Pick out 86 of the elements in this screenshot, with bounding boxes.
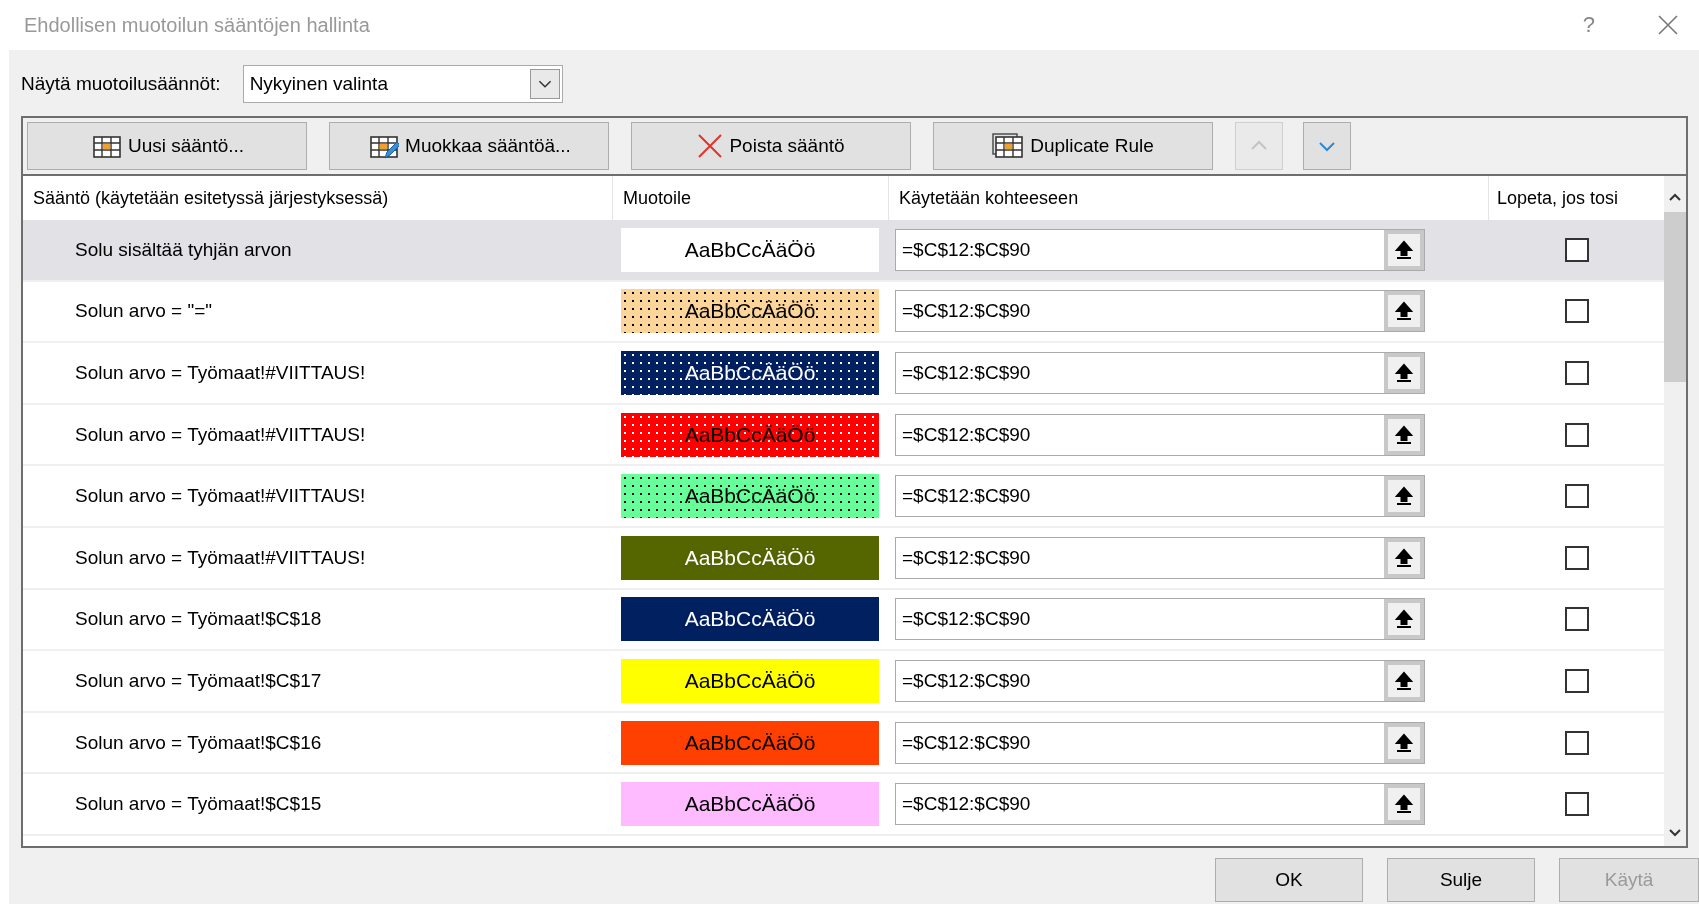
rule-row[interactable]: Solun arvo = "=" AaBbCcÄäÖö =$C$12:$C$90 — [23, 281, 1664, 344]
upload-arrow-icon — [1394, 238, 1414, 261]
range-field[interactable]: =$C$12:$C$90 — [895, 228, 1425, 271]
rule-row[interactable]: Solun arvo = Työmaat!$C$15 AaBbCcÄäÖö =$C$12:$C$90 — [23, 774, 1664, 836]
format-preview: AaBbCcÄäÖö — [621, 474, 879, 519]
collapse-range-button[interactable] — [1384, 537, 1424, 578]
upload-arrow-icon — [1394, 608, 1414, 631]
rule-text: Solun arvo = Työmaat!$C$17 — [75, 669, 322, 692]
upload-arrow-icon — [1394, 546, 1414, 569]
dialog-button[interactable]: OK — [1215, 858, 1363, 902]
range-field[interactable]: =$C$12:$C$90 — [895, 598, 1425, 641]
rule-text: Solun arvo = Työmaat!#VIITTAUS! — [75, 485, 366, 508]
format-preview: AaBbCcÄäÖö — [621, 227, 879, 272]
rule-text: Solun arvo = Työmaat!$C$18 — [75, 608, 322, 631]
collapse-range-button[interactable] — [1384, 599, 1424, 640]
collapse-range-button[interactable] — [1384, 784, 1424, 825]
rule-text: Solun arvo = Työmaat!#VIITTAUS! — [75, 362, 366, 384]
collapse-range-button[interactable] — [1384, 722, 1424, 763]
range-field[interactable]: =$C$12:$C$90 — [895, 721, 1425, 764]
rule-text: Solun arvo = Työmaat!$C$16 — [75, 731, 322, 754]
collapse-range-button[interactable] — [1384, 291, 1424, 332]
checkbox[interactable] — [1564, 361, 1589, 385]
format-preview: AaBbCcÄäÖö — [621, 658, 879, 703]
help-button[interactable]: ? — [1578, 12, 1599, 38]
collapse-range-button[interactable] — [1384, 353, 1424, 393]
checkbox[interactable] — [1564, 730, 1589, 755]
format-preview: AaBbCcÄäÖö — [621, 351, 879, 395]
upload-arrow-icon — [1394, 793, 1414, 816]
checkbox[interactable] — [1564, 668, 1589, 693]
upload-arrow-icon — [1394, 362, 1414, 384]
rule-row[interactable]: Solun arvo = Työmaat!$C$18 AaBbCcÄäÖö =$C$12:$C$90 — [23, 589, 1664, 652]
rule-text: Solu sisältää tyhjän arvon — [75, 238, 292, 261]
format-preview: AaBbCcÄäÖö — [621, 535, 879, 580]
checkbox[interactable] — [1564, 545, 1589, 570]
dialog-button[interactable]: Sulje — [1387, 858, 1535, 902]
format-preview: AaBbCcÄäÖö — [621, 782, 879, 827]
format-preview: AaBbCcÄäÖö — [621, 720, 879, 765]
scrollbar[interactable] — [1664, 176, 1686, 846]
format-preview: AaBbCcÄäÖö — [621, 597, 879, 642]
rule-text: Solun arvo = Työmaat!#VIITTAUS! — [75, 423, 366, 446]
rule-text: Solun arvo = "=" — [75, 300, 213, 323]
table-pencil-icon — [367, 133, 400, 159]
rule-row[interactable]: Solun arvo = Työmaat!$C$17 AaBbCcÄäÖö =$C$12:$C$90 — [23, 651, 1664, 713]
range-field[interactable]: =$C$12:$C$90 — [895, 659, 1425, 702]
rule-row[interactable]: Solu sisältää tyhjän arvon AaBbCcÄäÖö =$C$12:$C$90 — [23, 220, 1664, 282]
upload-arrow-icon — [1394, 485, 1414, 508]
range-field[interactable]: =$C$12:$C$90 — [895, 352, 1425, 394]
toolbar-button[interactable]: Duplicate Rule — [933, 122, 1213, 170]
show-rules-dropdown[interactable]: Nykyinen valinta — [242, 65, 563, 103]
collapse-range-button[interactable] — [1384, 660, 1424, 701]
rule-row[interactable]: Solun arvo = Työmaat!#VIITTAUS! AaBbCcÄäÖö =$C$12:$C$90 — [23, 343, 1664, 405]
show-rules-label: Näytä muotoilusäännöt: — [21, 73, 221, 95]
close-icon[interactable] — [1657, 14, 1679, 36]
checkbox[interactable] — [1564, 422, 1589, 447]
format-preview: AaBbCcÄäÖö — [621, 289, 879, 334]
close-icon — [697, 133, 724, 159]
checkbox[interactable] — [1564, 484, 1589, 509]
toolbar-button[interactable]: Poista sääntö — [631, 122, 911, 170]
upload-arrow-icon — [1394, 669, 1414, 692]
rule-row[interactable]: Solun arvo = Työmaat!#VIITTAUS! AaBbCcÄäÖö =$C$12:$C$90 — [23, 527, 1664, 590]
rule-row[interactable]: Solun arvo = Työmaat!$C$16 AaBbCcÄäÖö =$C$12:$C$90 — [23, 712, 1664, 775]
range-field[interactable]: =$C$12:$C$90 — [895, 290, 1425, 333]
upload-arrow-icon — [1394, 423, 1414, 446]
collapse-range-button[interactable] — [1384, 229, 1424, 270]
toolbar-button[interactable]: Uusi sääntö... — [27, 122, 307, 170]
collapse-range-button[interactable] — [1384, 414, 1424, 455]
range-field[interactable]: =$C$12:$C$90 — [895, 475, 1425, 518]
range-field[interactable]: =$C$12:$C$90 — [895, 413, 1425, 456]
format-preview: AaBbCcÄäÖö — [621, 412, 879, 457]
range-field[interactable]: =$C$12:$C$90 — [895, 783, 1425, 826]
rule-text: Solun arvo = Työmaat!$C$15 — [75, 793, 322, 816]
upload-arrow-icon — [1394, 300, 1414, 323]
rule-row[interactable]: Solun arvo = Työmaat!#VIITTAUS! AaBbCcÄäÖö =$C$12:$C$90 — [23, 466, 1664, 528]
toolbar-button[interactable]: Muokkaa sääntöä... — [329, 122, 609, 170]
column-header: Lopeta, jos tosi — [1496, 186, 1620, 210]
checkbox[interactable] — [1564, 299, 1589, 324]
rule-text: Solun arvo = Työmaat!#VIITTAUS! — [75, 546, 366, 569]
collapse-range-button[interactable] — [1384, 476, 1424, 517]
table-icon — [992, 133, 1025, 159]
checkbox[interactable] — [1564, 792, 1589, 817]
checkbox[interactable] — [1564, 607, 1589, 632]
upload-arrow-icon — [1394, 731, 1414, 754]
checkbox[interactable] — [1564, 237, 1589, 262]
range-field[interactable]: =$C$12:$C$90 — [895, 536, 1425, 579]
window-title: Ehdollisen muotoilun sääntöjen hallinta — [24, 13, 371, 37]
rule-row[interactable]: Solun arvo = Työmaat!#VIITTAUS! AaBbCcÄäÖö =$C$12:$C$90 — [23, 404, 1664, 467]
